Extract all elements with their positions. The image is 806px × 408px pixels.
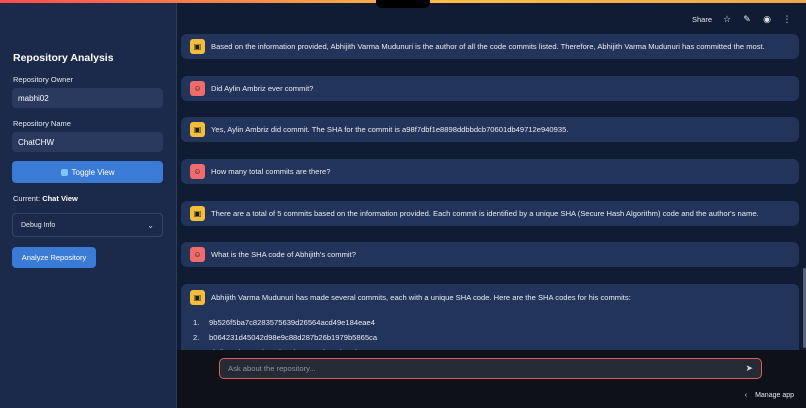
repository-owner-input[interactable]: mabhi02 [12,88,163,108]
chat-input-placeholder: Ask about the repository... [228,364,316,373]
repository-name-value: ChatCHW [18,137,55,147]
chat-input[interactable]: Ask about the repository... ➤ [219,358,762,379]
chat-message-user: ☺ Did Aylin Ambriz ever commit? [181,76,799,101]
repository-name-input[interactable]: ChatCHW [12,132,163,152]
send-icon[interactable]: ➤ [745,363,753,374]
refresh-icon [60,168,68,176]
share-button[interactable]: Share [692,15,712,24]
manage-app-button[interactable]: ‹ Manage app [745,392,794,399]
message-text: Abhijith Varma Mudunuri has made several… [211,293,631,302]
message-text: Did Aylin Ambriz ever commit? [211,84,314,93]
chat-message-assistant: ▣ There are a total of 5 commits based o… [181,201,799,226]
pencil-icon[interactable]: ✎ [742,14,752,25]
message-text: How many total commits are there? [211,167,331,176]
analyze-repository-label: Analyze Repository [21,253,87,262]
debug-info-label: Debug Info [21,221,56,229]
chat-message-assistant: ▣ Abhijith Varma Mudunuri has made sever… [181,284,799,350]
repository-name-label: Repository Name [13,119,71,128]
chat-message-assistant: ▣ Based on the information provided, Abh… [181,34,799,59]
current-view-status: Current: Chat View [13,194,78,203]
user-face-icon: ☺ [190,81,205,96]
message-text: Based on the information provided, Abhij… [211,42,765,51]
analyze-repository-button[interactable]: Analyze Repository [12,247,96,268]
user-face-icon: ☺ [190,247,205,262]
message-text: Yes, Aylin Ambriz did commit. The SHA fo… [211,125,569,134]
star-icon[interactable]: ☆ [722,14,732,25]
message-text: What is the SHA code of Abhijith's commi… [211,250,356,259]
sha-list: 1. 9b526f5ba7c8283575639d26564acd49e184e… [193,315,790,350]
app-toolbar: Share ☆ ✎ ◉ ⋮ [692,14,792,25]
toggle-view-label: Toggle View [71,167,115,177]
sidebar-title: Repository Analysis [13,52,114,64]
current-view-prefix: Current: [13,194,41,203]
current-view-value: Chat View [42,194,78,203]
robot-icon: ▣ [190,290,205,305]
robot-icon: ▣ [190,206,205,221]
chat-history: ▣ Based on the information provided, Abh… [177,0,806,350]
chat-message-user: ☺ How many total commits are there? [181,159,799,184]
chat-message-assistant: ▣ Yes, Aylin Ambriz did commit. The SHA … [181,117,799,142]
repository-owner-label: Repository Owner [13,75,74,84]
toggle-view-button[interactable]: Toggle View [12,161,163,183]
chevron-left-icon: ‹ [744,392,748,399]
list-item: 2. b064231d45042d98e9c88d287b26b1979b586… [193,333,378,342]
robot-icon: ▣ [190,122,205,137]
user-face-icon: ☺ [190,164,205,179]
github-icon[interactable]: ◉ [762,14,772,25]
message-text: There are a total of 5 commits based on … [211,209,759,218]
chat-message-user: ☺ What is the SHA code of Abhijith's com… [181,242,799,267]
sidebar: Repository Analysis Repository Owner mab… [0,0,177,408]
main-panel: ▣ Based on the information provided, Abh… [177,0,806,408]
repository-owner-value: mabhi02 [18,93,49,103]
list-item: 1. 9b526f5ba7c8283575639d26564acd49e184e… [193,318,375,327]
more-options-icon[interactable]: ⋮ [782,14,792,25]
robot-icon: ▣ [190,39,205,54]
manage-app-label: Manage app [755,392,794,399]
chat-input-area: Ask about the repository... ➤ ‹ Manage a… [177,350,806,408]
debug-info-expander[interactable]: Debug Info ⌄ [12,213,163,237]
chevron-down-icon: ⌄ [147,220,154,230]
camera-notch [376,0,430,8]
